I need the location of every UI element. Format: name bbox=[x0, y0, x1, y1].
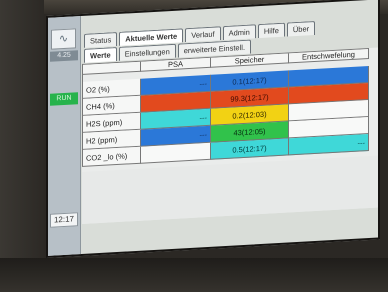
version-label: 4.25 bbox=[50, 50, 78, 62]
logo-icon: ∿ bbox=[51, 28, 76, 50]
tab-status[interactable]: Status bbox=[84, 32, 118, 48]
table-header-psa: PSA bbox=[141, 57, 211, 72]
side-panel: ∿ 4.25 RUN 12:17 bbox=[48, 16, 81, 256]
device-frame-left bbox=[0, 0, 44, 292]
status-indicator[interactable]: RUN bbox=[50, 92, 78, 106]
row-label-co2: CO2 _lo (%) bbox=[83, 146, 141, 167]
gas-values-table: PSA Speicher Entschwefelung O2 (%) --- 0… bbox=[82, 47, 369, 167]
tab-verlauf[interactable]: Verlauf bbox=[185, 26, 221, 43]
cell-co2-speicher: 0.5(12:17) bbox=[211, 138, 289, 160]
clock-display: 12:17 bbox=[50, 212, 78, 228]
cell-co2-psa bbox=[141, 142, 211, 164]
values-panel: PSA Speicher Entschwefelung O2 (%) --- 0… bbox=[82, 47, 378, 224]
touch-screen: ∿ 4.25 RUN 12:17 Status Aktuelle Werte V… bbox=[46, 0, 380, 258]
cell-co2-entschwefelung: --- bbox=[289, 133, 369, 156]
table-header-entschwefelung: Entschwefelung bbox=[289, 48, 369, 64]
table-header-empty bbox=[83, 61, 141, 75]
tab-hilfe[interactable]: Hilfe bbox=[257, 22, 285, 39]
table-header-speicher: Speicher bbox=[211, 53, 289, 68]
empty-content-area bbox=[82, 155, 378, 224]
device-frame-bottom bbox=[0, 258, 388, 292]
subtab-werte[interactable]: Werte bbox=[84, 47, 117, 63]
tab-ueber[interactable]: Über bbox=[286, 20, 316, 37]
tab-admin[interactable]: Admin bbox=[222, 24, 256, 41]
